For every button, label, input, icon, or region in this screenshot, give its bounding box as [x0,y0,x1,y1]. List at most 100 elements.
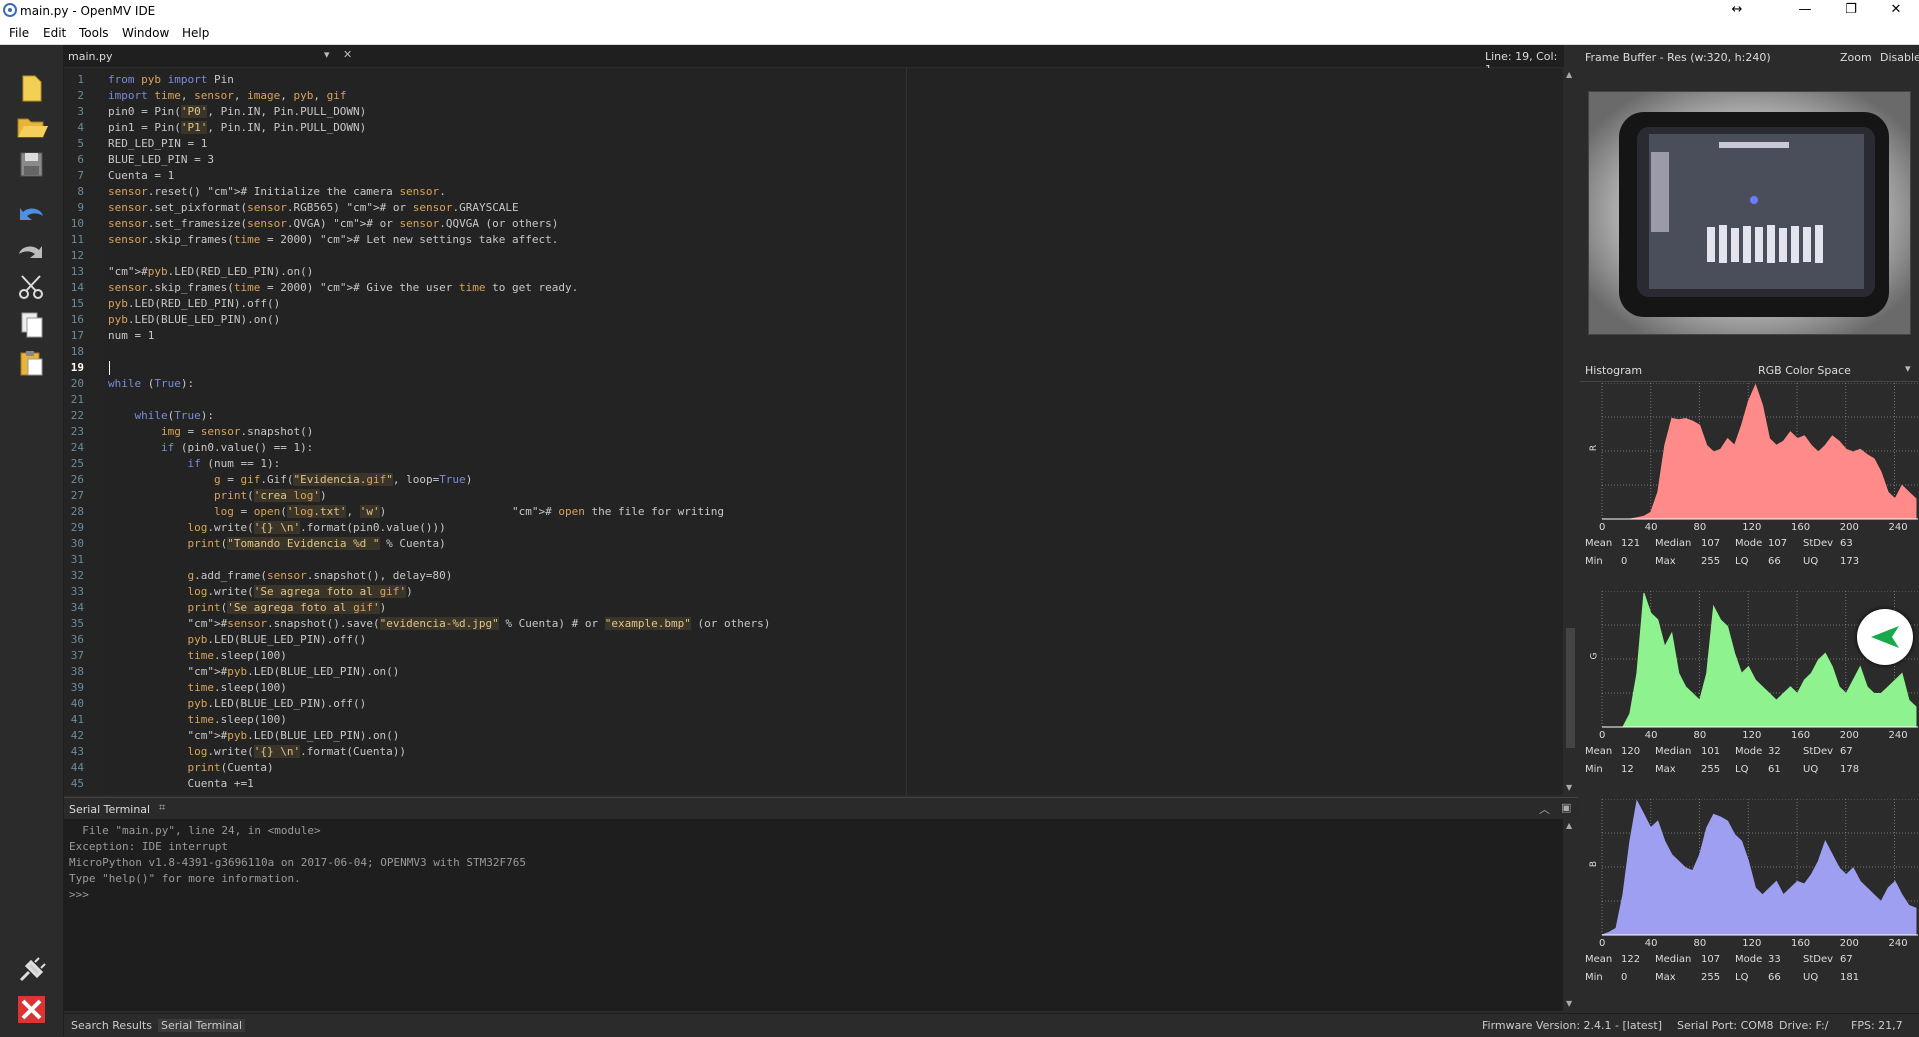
zoom-button[interactable]: Zoom [1840,51,1872,64]
code-line[interactable]: sensor.skip_frames(time = 2000) "cm"># L… [108,233,558,246]
save-icon[interactable] [13,149,49,179]
code-line[interactable]: time.sleep(100) [108,713,286,726]
resize-icon[interactable]: ↔ [1714,0,1760,22]
histogram-stats-row: Min 0 Max 255 LQ 66 UQ 173 [1585,556,1919,572]
code-line[interactable]: sensor.reset() "cm"># Initialize the cam… [108,185,446,198]
menu-edit[interactable]: Edit [43,26,66,40]
stat-value: Median [1655,746,1692,757]
histogram-title: Histogram [1585,364,1643,377]
code-line[interactable]: num = 1 [108,329,154,342]
chevron-down-icon[interactable]: ▾ [324,48,330,61]
code-line[interactable]: Cuenta = 1 [108,169,174,182]
code-line[interactable]: BLUE_LED_PIN = 3 [108,153,214,166]
code-line[interactable]: "cm">#pyb.LED(RED_LED_PIN).on() [108,265,313,278]
code-line[interactable]: print(Cuenta) [108,761,273,774]
code-line[interactable]: print("Tomando Evidencia %d " % Cuenta) [108,537,446,550]
code-line[interactable]: g = gif.Gif("Evidencia.gif", loop=True) [108,473,472,486]
line-number: 31 [70,553,84,566]
code-line[interactable]: pyb.LED(RED_LED_PIN).off() [108,297,280,310]
disable-button[interactable]: Disable [1880,51,1919,64]
code-line[interactable]: from pyb import Pin [108,73,234,86]
line-number: 33 [70,585,84,598]
terminal-scrollbar[interactable]: ▲ ▼ [1563,819,1578,1011]
collapse-icon[interactable]: ︿ [1539,801,1550,817]
scroll-up-icon[interactable]: ▲ [1566,821,1572,830]
cut-icon[interactable] [13,272,49,302]
code-line[interactable]: sensor.set_pixformat(sensor.RGB565) "cm"… [108,201,519,214]
menu-file[interactable]: File [9,26,29,40]
code-line[interactable]: Cuenta +=1 [108,777,253,790]
code-line[interactable]: pin1 = Pin('P1', Pin.IN, Pin.PULL_DOWN) [108,121,366,134]
code-line[interactable]: pyb.LED(BLUE_LED_PIN).off() [108,633,366,646]
code-line[interactable]: while (True): [108,377,194,390]
editor-scrollbar[interactable]: ▲ ▼ [1563,68,1578,795]
open-folder-icon[interactable] [13,111,49,141]
code-line[interactable]: import time, sensor, image, pyb, gif [108,89,347,102]
code-line[interactable]: time.sleep(100) [108,649,286,662]
line-number: 8 [77,185,84,198]
code-editor[interactable]: from pyb import Pin import time, sensor, … [105,68,1563,795]
paste-icon[interactable] [13,348,49,378]
x-tick-label: 240 [1888,522,1908,533]
tab-search-results[interactable]: Search Results [71,1019,152,1032]
code-line[interactable]: "cm">#pyb.LED(BLUE_LED_PIN).on() [108,729,399,742]
code-line[interactable]: img = sensor.snapshot() [108,425,313,438]
line-number: 15 [70,297,84,310]
code-line[interactable]: if (num == 1): [108,457,280,470]
copy-icon[interactable] [13,310,49,340]
color-space-select[interactable]: RGB Color Space [1758,364,1851,377]
undo-icon[interactable] [13,196,49,226]
minimize-button[interactable]: — [1782,0,1828,22]
code-line[interactable]: sensor.skip_frames(time = 2000) "cm"># G… [108,281,578,294]
editor-tab-filename[interactable]: main.py [68,50,112,63]
code-line[interactable]: while(True): [108,409,215,422]
code-line[interactable]: time.sleep(100) [108,681,286,694]
connect-plug-icon[interactable] [13,956,49,986]
x-tick-label: 40 [1644,522,1658,533]
code-line[interactable]: log.write('{} \n'.format(pin0.value())) [108,521,446,534]
code-line[interactable]: "cm">#sensor.snapshot().save("evidencia-… [108,617,770,630]
scroll-up-icon[interactable]: ▲ [1566,70,1572,79]
scroll-thumb[interactable] [1566,628,1575,748]
code-line[interactable]: "cm">#pyb.LED(BLUE_LED_PIN).on() [108,665,399,678]
terminal-line: File "main.py", line 24, in <module> [69,824,321,837]
chevron-down-icon[interactable]: ▾ [1905,362,1911,375]
code-line[interactable]: print('Se agrega foto al gif') [108,601,386,614]
scroll-down-icon[interactable]: ▼ [1566,999,1572,1008]
menu-tools[interactable]: Tools [79,26,109,40]
code-line[interactable]: print('crea log') [108,489,327,502]
redo-icon[interactable] [13,234,49,264]
send-button[interactable] [1857,609,1913,665]
menu-help[interactable]: Help [182,26,209,40]
code-line[interactable]: RED_LED_PIN = 1 [108,137,207,150]
line-number: 45 [70,777,84,790]
new-file-icon[interactable] [13,73,49,103]
tab-serial-terminal[interactable]: Serial Terminal [158,1019,246,1032]
code-line[interactable]: pyb.LED(BLUE_LED_PIN).off() [108,697,366,710]
code-line[interactable]: log.write('{} \n'.format(Cuenta)) [108,745,406,758]
histogram-header: Histogram RGB Color Space ▾ [1580,359,1919,382]
code-line[interactable]: if (pin0.value() == 1): [108,441,313,454]
histogram-plot [1601,382,1918,520]
menu-window[interactable]: Window [122,26,169,40]
code-line[interactable]: sensor.set_framesize(sensor.QVGA) "cm">#… [108,217,558,230]
code-line[interactable]: pin0 = Pin('P0', Pin.IN, Pin.PULL_DOWN) [108,105,366,118]
line-number: 44 [70,761,84,774]
firmware-version[interactable]: Firmware Version: 2.4.1 - [latest] [1482,1019,1662,1032]
histogram-area [1602,383,1917,520]
close-tab-icon[interactable]: ✕ [343,48,352,61]
close-button[interactable]: ✕ [1873,0,1919,22]
stat-value: 67 [1840,954,1853,965]
window-title: main.py - OpenMV IDE [20,4,156,18]
maximize-button[interactable]: ❐ [1828,0,1874,22]
code-line[interactable]: log = open('log.txt', 'w') "cm"># open t… [108,505,724,518]
terminal-settings-icon[interactable]: ⌗ [159,801,165,815]
stop-script-icon[interactable] [13,995,49,1025]
code-line[interactable]: log.write('Se agrega foto al gif') [108,585,413,598]
scroll-down-icon[interactable]: ▼ [1566,783,1572,792]
code-line[interactable]: pyb.LED(BLUE_LED_PIN).on() [108,313,280,326]
line-number: 24 [70,441,84,454]
serial-terminal-output[interactable]: File "main.py", line 24, in <module> Exce… [64,819,1564,1011]
code-line[interactable]: g.add_frame(sensor.snapshot(), delay=80) [108,569,452,582]
undock-icon[interactable]: ▣ [1561,801,1571,814]
